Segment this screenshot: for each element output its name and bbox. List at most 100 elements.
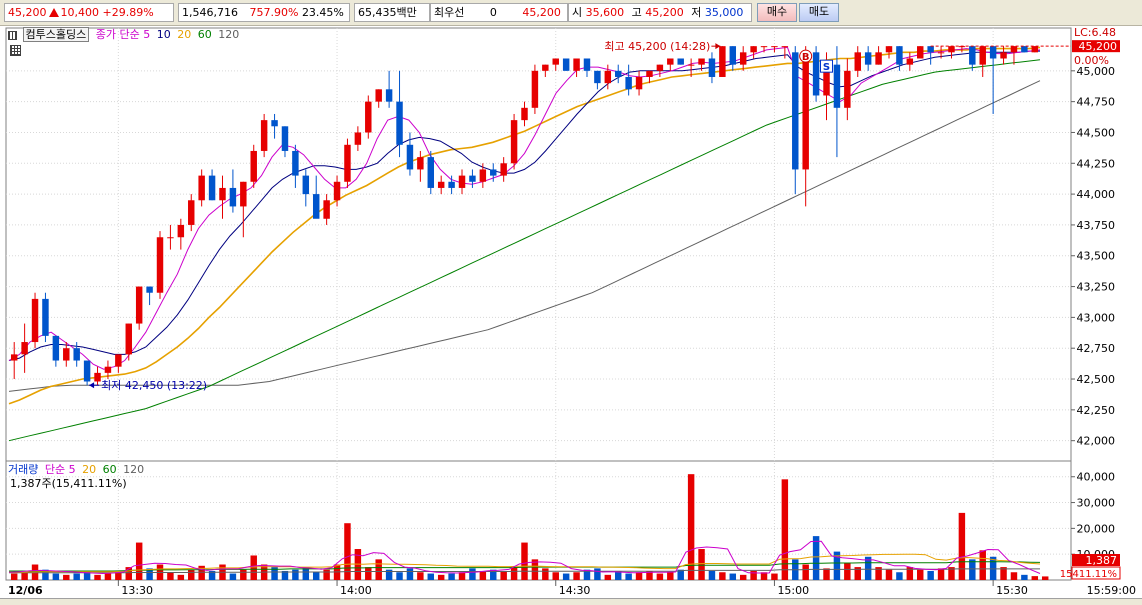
best-bid-qty: 0: [489, 6, 497, 19]
volume-legend: 거래량 단순 5 20 60 120: [8, 463, 144, 477]
volume-bar: [739, 574, 747, 580]
low-price: 35,000: [704, 6, 744, 19]
candle-body: [385, 89, 393, 102]
price-tick-label: 42,000: [1077, 435, 1116, 448]
volume-bar: [896, 572, 903, 580]
stock-name[interactable]: 컴투스홀딩스: [22, 27, 90, 42]
volume-bar: [1010, 572, 1018, 580]
candle-body: [927, 46, 934, 53]
candle-body: [833, 64, 841, 108]
candle-body: [156, 237, 164, 293]
price-panel[interactable]: [5, 27, 1072, 462]
volume-bar: [1041, 576, 1049, 580]
candle-body: [250, 150, 257, 182]
candle-body: [667, 58, 674, 65]
candle-body: [458, 175, 466, 188]
volume-bar: [63, 574, 70, 580]
price-indicator-label[interactable]: 종가 단순: [96, 28, 140, 41]
volume-bar: [427, 573, 435, 580]
candle-body: [812, 52, 820, 96]
volume-bar: [844, 563, 851, 580]
low-annotation: 최저 42,450 (13:22): [101, 379, 207, 392]
stock-chart[interactable]: 45,00044,75044,50044,25044,00043,75043,5…: [0, 26, 1142, 605]
volume-bar: [771, 573, 778, 580]
volume-bar: [104, 573, 112, 580]
price-tick-label: 43,000: [1077, 311, 1116, 324]
price-legend: 컴투스홀딩스 종가 단순 5 10 20 60 120: [8, 27, 239, 42]
ma5-label[interactable]: 5: [143, 28, 150, 41]
candle-body: [531, 70, 539, 108]
candle-body: [229, 187, 237, 207]
ma120-label[interactable]: 120: [218, 28, 239, 41]
volume-bar: [458, 572, 466, 580]
candle-body: [208, 175, 216, 201]
volume-bar: [635, 572, 643, 580]
candle-body: [854, 52, 861, 71]
price-grid-toggle-icon[interactable]: [10, 45, 21, 56]
volume-bar: [719, 572, 726, 580]
volume-bar: [510, 567, 518, 580]
vol-ma20-label[interactable]: 20: [82, 463, 96, 476]
sell-button[interactable]: 매도: [799, 3, 839, 22]
buy-button[interactable]: 매수: [757, 3, 797, 22]
volume-bar: [437, 574, 445, 580]
vol-ma60-label[interactable]: 60: [103, 463, 117, 476]
candle-body: [521, 107, 528, 121]
candle-body: [646, 70, 653, 77]
candle-body: [614, 70, 622, 77]
bottom-scrollbar[interactable]: [0, 598, 1142, 605]
volume-bar: [604, 574, 612, 580]
volume-bar: [94, 574, 101, 580]
low-label: 저: [691, 6, 702, 19]
candle-body: [583, 58, 591, 71]
candle-body: [479, 169, 487, 182]
candle-body: [63, 348, 70, 361]
time-tick-label: 15:00: [777, 584, 809, 597]
candle-body: [948, 46, 955, 53]
candle-body: [739, 52, 747, 65]
volume-value: 1,546,716: [182, 6, 238, 19]
volume-bar: [812, 536, 820, 580]
candle-body: [969, 46, 976, 65]
quote-bar: 45,200 10,400 +29.89% 1,546,716 757.90% 2…: [0, 0, 1142, 26]
legend-grid-icon[interactable]: [8, 30, 17, 40]
vol-ma5-label[interactable]: 5: [69, 463, 76, 476]
price-tick-label: 42,500: [1077, 373, 1116, 386]
chart-area[interactable]: 45,000 44,750 44,500 44,250 44,000 43,750 43,5…: [0, 26, 1142, 605]
volume-bar: [979, 550, 986, 580]
volume-bar: [292, 569, 299, 580]
volume-bar: [375, 559, 382, 580]
candle-body: [917, 46, 924, 59]
volume-bar: [250, 555, 257, 580]
volume-bar: [240, 569, 247, 580]
candle-body: [52, 335, 60, 361]
volume-bar: [781, 479, 789, 580]
candle-body: [906, 58, 914, 65]
volume-ratio: 757.90%: [249, 6, 299, 19]
volume-bar: [177, 574, 185, 580]
volume-label[interactable]: 거래량: [8, 463, 38, 476]
volume-bar: [927, 570, 934, 580]
volume-bar: [448, 573, 455, 580]
ma60-label[interactable]: 60: [198, 28, 212, 41]
volume-bar: [542, 568, 549, 580]
vol-ma120-label[interactable]: 120: [123, 463, 144, 476]
candle-body: [21, 342, 28, 355]
candle-body: [604, 70, 612, 84]
volume-indicator-label[interactable]: 단순: [45, 463, 65, 476]
ma10-label[interactable]: 10: [157, 28, 171, 41]
candle-body: [271, 120, 278, 127]
candle-body: [677, 58, 684, 65]
volume-bar: [823, 568, 830, 580]
candle-body: [896, 46, 903, 65]
volume-bar: [1021, 574, 1028, 580]
ma20-label[interactable]: 20: [177, 28, 191, 41]
candle-body: [656, 64, 664, 71]
amount-field: 65,435백만: [354, 3, 430, 22]
candle-body: [864, 52, 872, 65]
candle-body: [490, 169, 497, 176]
volume-bar: [73, 573, 80, 580]
price-tick-label: 44,000: [1077, 188, 1116, 201]
volume-bar: [937, 568, 945, 580]
candle-body: [396, 101, 403, 145]
